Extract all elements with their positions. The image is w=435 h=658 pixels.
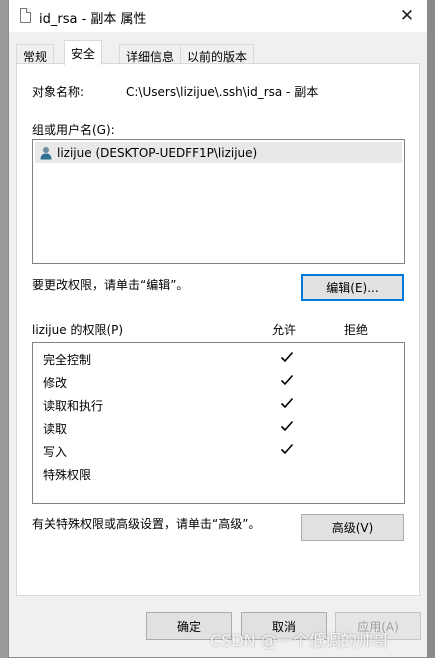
background-right-strip bbox=[428, 0, 435, 658]
properties-dialog: id_rsa - 副本 属性 ✕ 常规 安全 详细信息 以前的版本 对象名称: … bbox=[8, 0, 428, 658]
permission-row: 特殊权限 bbox=[43, 462, 413, 484]
permission-row: 读取 bbox=[43, 416, 413, 438]
user-list[interactable]: lizijue (DESKTOP-UEDFF1P\lizijue) bbox=[32, 139, 405, 264]
window-title: id_rsa - 副本 属性 bbox=[39, 12, 147, 27]
permission-row: 写入 bbox=[43, 439, 413, 461]
permission-name: 读取和执行 bbox=[43, 399, 104, 413]
close-icon: ✕ bbox=[399, 6, 415, 26]
background-left-strip bbox=[0, 0, 8, 658]
allow-check-icon bbox=[280, 374, 294, 386]
group-user-label: 组或用户名(G): bbox=[32, 123, 115, 137]
advanced-hint: 有关特殊权限或高级设置，请单击“高级”。 bbox=[32, 517, 261, 531]
permissions-list[interactable]: 完全控制修改读取和执行读取写入特殊权限 bbox=[32, 342, 405, 504]
allow-header: 允许 bbox=[272, 323, 297, 337]
permission-name: 特殊权限 bbox=[43, 468, 92, 482]
tab-security[interactable]: 安全 bbox=[64, 40, 103, 65]
change-permissions-hint: 要更改权限，请单击“编辑”。 bbox=[32, 278, 189, 292]
tab-previous-versions[interactable]: 以前的版本 bbox=[180, 44, 255, 64]
allow-check-icon bbox=[280, 420, 294, 432]
tab-details[interactable]: 详细信息 bbox=[119, 44, 182, 64]
list-item[interactable]: lizijue (DESKTOP-UEDFF1P\lizijue) bbox=[35, 142, 402, 163]
title-bar[interactable]: id_rsa - 副本 属性 ✕ bbox=[9, 0, 427, 32]
permission-name: 完全控制 bbox=[43, 353, 92, 367]
user-icon bbox=[40, 146, 52, 159]
edit-button[interactable]: 编辑(E)... bbox=[301, 274, 404, 301]
allow-check-icon bbox=[280, 443, 294, 455]
permission-row: 完全控制 bbox=[43, 347, 413, 369]
watermark-text: CSDN @一个低调的帅哥 bbox=[210, 631, 389, 650]
allow-check-icon bbox=[280, 351, 294, 363]
advanced-button[interactable]: 高级(V) bbox=[301, 514, 404, 541]
permission-name: 修改 bbox=[43, 376, 68, 390]
permission-row: 读取和执行 bbox=[43, 393, 413, 415]
permission-row: 修改 bbox=[43, 370, 413, 392]
file-icon bbox=[20, 8, 31, 23]
permission-name: 读取 bbox=[43, 422, 68, 436]
security-panel: 对象名称: C:\Users\lizijue\.ssh\id_rsa - 副本 … bbox=[16, 63, 420, 596]
allow-check-icon bbox=[280, 397, 294, 409]
deny-header: 拒绝 bbox=[344, 323, 369, 337]
permissions-title: lizijue 的权限(P) bbox=[32, 323, 124, 337]
permission-name: 写入 bbox=[43, 445, 68, 459]
object-name-label: 对象名称: bbox=[32, 85, 85, 99]
close-button[interactable]: ✕ bbox=[387, 0, 427, 32]
object-name-value: C:\Users\lizijue\.ssh\id_rsa - 副本 bbox=[126, 85, 319, 99]
tab-general[interactable]: 常规 bbox=[16, 44, 55, 64]
user-name: lizijue (DESKTOP-UEDFF1P\lizijue) bbox=[57, 145, 258, 160]
